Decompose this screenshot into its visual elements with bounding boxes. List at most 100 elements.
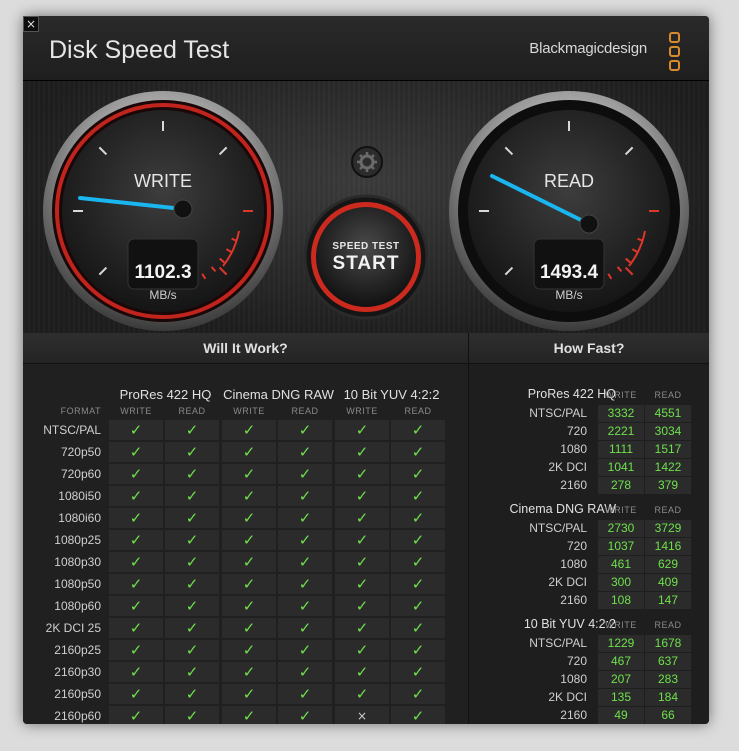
codec-header: Cinema DNG RAW (223, 387, 334, 402)
check-icon: ✓ (165, 530, 219, 550)
how-fast-read-value: 409 (645, 574, 691, 591)
title-bar: Disk Speed Test Blackmagicdesign (23, 16, 709, 81)
how-fast-read-value: 1422 (645, 459, 691, 476)
app-title: Disk Speed Test (49, 36, 230, 64)
format-row-label: 2160p30 (54, 665, 101, 679)
check-icon: ✓ (278, 508, 332, 528)
format-row-label: 720p60 (60, 467, 101, 481)
check-icon: ✓ (278, 640, 332, 660)
check-icon: ✓ (335, 530, 389, 550)
check-icon: ✓ (222, 508, 276, 528)
how-fast-row-label: 2K DCI (548, 690, 587, 704)
format-row-label: NTSC/PAL (43, 423, 101, 437)
check-icon: ✓ (278, 684, 332, 704)
how-fast-write-value: 300 (598, 574, 644, 591)
how-fast-row-label: 720 (566, 424, 587, 438)
how-fast-subheader: WRITE (605, 620, 637, 630)
check-icon: ✓ (335, 552, 389, 572)
start-button-line2: START (332, 253, 400, 274)
read-speed-unit: MB/s (555, 288, 583, 302)
how-fast-row-label: 2K DCI (548, 460, 587, 474)
how-fast-read-value: 1517 (645, 441, 691, 458)
check-icon: ✓ (335, 464, 389, 484)
format-row-label: 2160p50 (54, 687, 101, 701)
column-subheader: READ (178, 406, 206, 416)
how-fast-row-label: 2K DCI (548, 575, 587, 589)
read-gauge-label: READ (543, 171, 594, 191)
check-icon: ✓ (278, 486, 332, 506)
how-fast-subheader: READ (654, 390, 682, 400)
check-icon: ✓ (222, 552, 276, 572)
check-icon: ✓ (109, 508, 163, 528)
column-subheader: WRITE (120, 406, 152, 416)
cross-icon: × (335, 706, 389, 724)
how-fast-read-value: 4551 (645, 405, 691, 422)
how-fast-write-value: 1111 (598, 441, 644, 458)
check-icon: ✓ (109, 486, 163, 506)
how-fast-subheader: READ (654, 620, 682, 630)
check-icon: ✓ (165, 464, 219, 484)
how-fast-row-label: 1080 (560, 442, 587, 456)
check-icon: ✓ (109, 706, 163, 724)
check-icon: ✓ (165, 442, 219, 462)
app-window: Disk Speed Test Blackmagicdesign WRITE 1… (23, 16, 709, 724)
check-icon: ✓ (391, 530, 445, 550)
check-icon: ✓ (109, 684, 163, 704)
check-icon: ✓ (335, 442, 389, 462)
check-icon: ✓ (278, 618, 332, 638)
codec-header: 10 Bit YUV 4:2:2 (343, 387, 440, 402)
format-column-header: FORMAT (60, 406, 101, 416)
check-icon: ✓ (109, 530, 163, 550)
start-button-line1: SPEED TEST (332, 241, 400, 252)
format-row-label: 1080p60 (54, 599, 101, 613)
close-button[interactable]: × (23, 16, 39, 32)
how-fast-panel: How Fast? ProRes 422 HQ WRITE READ NTSC/PAL… (469, 333, 709, 724)
column-subheader: WRITE (346, 406, 378, 416)
how-fast-read-value: 629 (645, 556, 691, 573)
check-icon: ✓ (335, 508, 389, 528)
how-fast-codec-title: ProRes 422 HQ (527, 387, 616, 401)
check-icon: ✓ (391, 706, 445, 724)
check-icon: ✓ (335, 574, 389, 594)
codec-header: ProRes 422 HQ (119, 387, 212, 402)
brand-logo-text: Blackmagicdesign (529, 40, 647, 57)
how-fast-subheader: READ (654, 505, 682, 515)
check-icon: ✓ (222, 486, 276, 506)
how-fast-write-value: 3332 (598, 405, 644, 422)
check-icon: ✓ (335, 486, 389, 506)
format-row-label: 2K DCI 25 (45, 621, 101, 635)
how-fast-read-value: 3034 (645, 423, 691, 440)
will-it-work-panel: Will It Work? ProRes 422 HQ Cinema DNG RA… (23, 333, 469, 724)
how-fast-subheader: WRITE (605, 505, 637, 515)
column-subheader: WRITE (233, 406, 265, 416)
how-fast-row-label: 2160 (560, 708, 587, 722)
check-icon: ✓ (278, 530, 332, 550)
settings-gear-icon[interactable] (351, 146, 383, 178)
how-fast-row-label: 720 (566, 654, 587, 668)
check-icon: ✓ (278, 552, 332, 572)
how-fast-write-value: 108 (598, 592, 644, 609)
check-icon: ✓ (165, 552, 219, 572)
check-icon: ✓ (278, 596, 332, 616)
check-icon: ✓ (335, 596, 389, 616)
format-row-label: 720p50 (60, 445, 101, 459)
check-icon: ✓ (335, 618, 389, 638)
how-fast-write-value: 2221 (598, 423, 644, 440)
check-icon: ✓ (165, 640, 219, 660)
how-fast-row-label: 2160 (560, 593, 587, 607)
check-icon: ✓ (222, 574, 276, 594)
write-gauge-label: WRITE (134, 171, 192, 191)
how-fast-row-label: 1080 (560, 672, 587, 686)
check-icon: ✓ (391, 464, 445, 484)
check-icon: ✓ (109, 662, 163, 682)
check-icon: ✓ (165, 508, 219, 528)
check-icon: ✓ (165, 618, 219, 638)
check-icon: ✓ (109, 552, 163, 572)
how-fast-codec-title: Cinema DNG RAW (509, 502, 617, 516)
how-fast-read-value: 379 (645, 477, 691, 494)
check-icon: ✓ (222, 684, 276, 704)
check-icon: ✓ (109, 574, 163, 594)
check-icon: ✓ (165, 486, 219, 506)
how-fast-read-value: 66 (645, 707, 691, 724)
how-fast-read-value: 283 (645, 671, 691, 688)
